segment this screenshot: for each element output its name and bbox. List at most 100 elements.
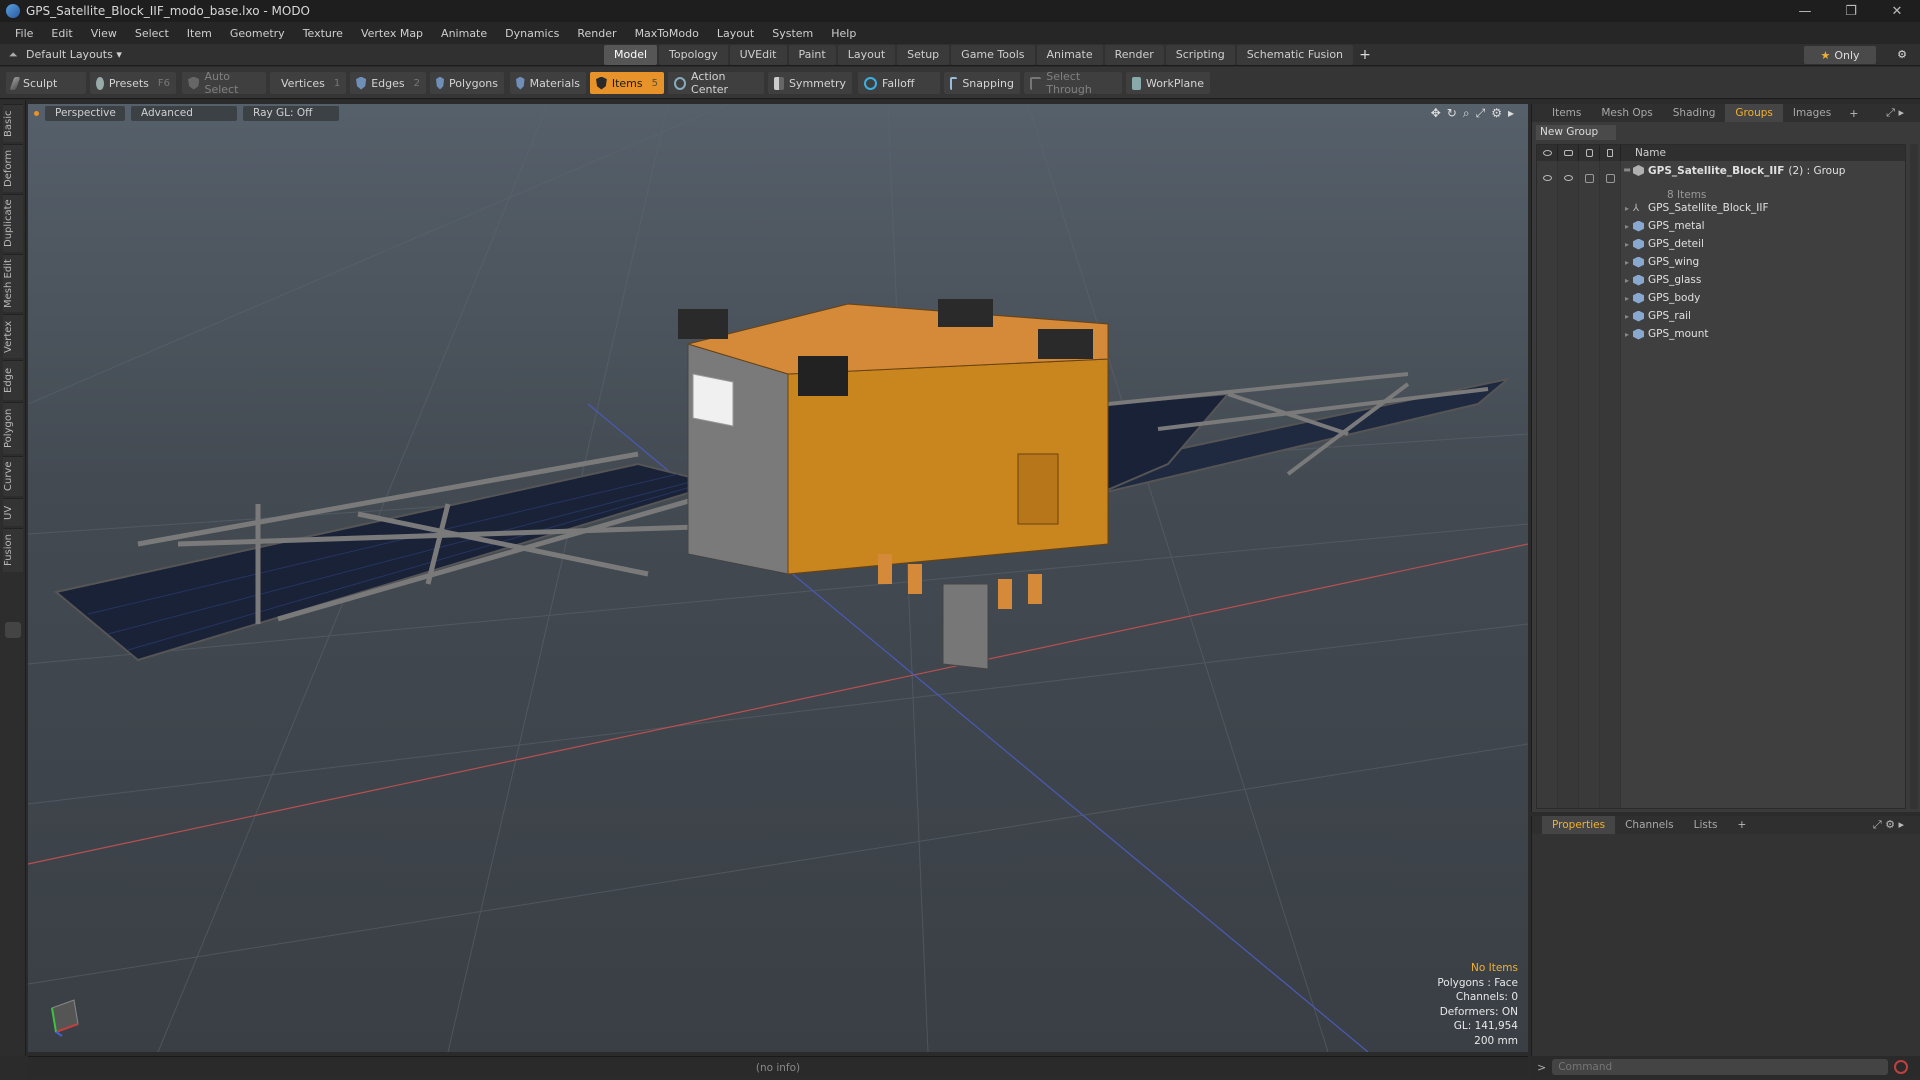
shading-dropdown[interactable]: Advanced [131,105,237,121]
expand-icon[interactable]: ▸ [1621,276,1633,285]
restore-button[interactable]: ❐ [1828,0,1874,22]
menu-file[interactable]: File [6,27,42,40]
vtab-curve[interactable]: Curve [3,456,23,496]
tab-topology[interactable]: Topology [659,45,728,65]
view-type-dropdown[interactable]: Perspective [45,105,125,121]
tab-mesh-ops[interactable]: Mesh Ops [1591,104,1662,122]
vertices-button[interactable]: Vertices 1 [270,72,346,94]
tab-properties[interactable]: Properties [1542,816,1616,834]
menu-render[interactable]: Render [568,27,625,40]
tab-setup[interactable]: Setup [897,45,950,65]
materials-button[interactable]: Materials [510,72,586,94]
tab-uvedit[interactable]: UVEdit [729,45,787,65]
items-button[interactable]: Items 5 [590,72,664,94]
group-select-checkbox[interactable] [1606,174,1615,183]
minimize-button[interactable]: — [1782,0,1828,22]
vtab-fusion[interactable]: Fusion [3,528,23,572]
render-column-header[interactable] [1558,145,1579,161]
gear-icon[interactable]: ⚙ [1892,46,1912,64]
falloff-button[interactable]: Falloff [858,72,940,94]
menu-help[interactable]: Help [822,27,865,40]
menu-geometry[interactable]: Geometry [221,27,294,40]
tab-scripting[interactable]: Scripting [1165,45,1235,65]
menu-layout[interactable]: Layout [708,27,763,40]
vtab-deform[interactable]: Deform [3,144,23,192]
vtab-uv[interactable]: UV [3,498,23,526]
add-panel-tab-icon[interactable]: + [1841,107,1866,120]
close-button[interactable]: ✕ [1874,0,1920,22]
collapse-group-icon[interactable]: ▬ [1621,165,1633,174]
tab-items[interactable]: Items [1542,104,1591,122]
viewport-settings-icon[interactable]: ⚙ [1491,106,1502,121]
list-item[interactable]: ▸ ⅄ GPS_Satellite_Block_IIF [1537,199,1905,217]
name-column-header[interactable]: Name [1621,147,1666,159]
select-column-header[interactable] [1600,145,1621,161]
list-item[interactable]: ▸ GPS_metal [1537,217,1905,235]
visibility-column-header[interactable] [1537,145,1558,161]
expand-icon[interactable]: ▸ [1621,330,1633,339]
viewport-menu-icon[interactable]: ▸ [1508,106,1514,121]
menu-texture[interactable]: Texture [294,27,352,40]
group-render-icon[interactable] [1564,175,1573,181]
vtab-basic[interactable]: Basic [3,104,23,142]
only-button[interactable]: ★ Only [1804,46,1876,64]
expand-icon[interactable]: ▸ [1621,312,1633,321]
list-item[interactable]: ▸ GPS_rail [1537,307,1905,325]
expand-icon[interactable]: ▸ [1621,258,1633,267]
tab-paint[interactable]: Paint [788,45,836,65]
properties-expand-icon[interactable]: ⤢ ⚙ ▸ [1873,818,1904,832]
tab-groups[interactable]: Groups [1725,104,1783,122]
polygons-button[interactable]: Polygons [430,72,504,94]
menu-maxtomodo[interactable]: MaxToModo [626,27,708,40]
snapping-button[interactable]: Snapping [944,72,1020,94]
tab-render[interactable]: Render [1104,45,1164,65]
tab-model[interactable]: Model [604,45,658,65]
groups-scrollbar[interactable] [1910,144,1918,809]
vtab-mesh-edit[interactable]: Mesh Edit [3,254,23,312]
raygl-toggle[interactable]: Ray GL: Off [243,105,339,121]
tab-channels[interactable]: Channels [1615,816,1684,834]
collapse-arrow-icon[interactable]: ⏶ [0,48,26,62]
auto-select-button[interactable]: Auto Select [182,70,266,96]
list-item[interactable]: ▸ GPS_mount [1537,325,1905,343]
menu-select[interactable]: Select [126,27,178,40]
symmetry-button[interactable]: Symmetry [768,72,852,94]
tab-shading[interactable]: Shading [1663,104,1726,122]
tab-game-tools[interactable]: Game Tools [951,45,1035,65]
menu-view[interactable]: View [82,27,126,40]
action-center-button[interactable]: Action Center [668,70,764,96]
select-through-button[interactable]: Select Through [1024,70,1122,96]
zoom-icon[interactable]: ⌕ [1463,106,1470,121]
group-row[interactable]: ▬ GPS_Satellite_Block_IIF (2) : Group [1537,163,1905,193]
expand-icon[interactable]: ▸ [1621,294,1633,303]
vtab-duplicate[interactable]: Duplicate [3,194,23,252]
command-input[interactable] [1552,1059,1889,1075]
group-lock-checkbox[interactable] [1585,174,1594,183]
tab-schematic-fusion[interactable]: Schematic Fusion [1236,45,1354,65]
list-item[interactable]: ▸ GPS_body [1537,289,1905,307]
list-item[interactable]: ▸ GPS_glass [1537,271,1905,289]
menu-system[interactable]: System [763,27,822,40]
fit-icon[interactable]: ⤢ [1476,106,1486,121]
list-item[interactable]: ▸ GPS_wing [1537,253,1905,271]
workplane-button[interactable]: WorkPlane [1126,72,1210,94]
lock-column-header[interactable] [1579,145,1600,161]
vtab-edge[interactable]: Edge [3,360,23,400]
presets-button[interactable]: Presets F6 [90,72,176,94]
menu-item[interactable]: Item [178,27,221,40]
expand-icon[interactable]: ▸ [1621,204,1633,213]
edges-button[interactable]: Edges 2 [350,72,426,94]
add-properties-tab-icon[interactable]: + [1727,816,1756,834]
tab-animate[interactable]: Animate [1036,45,1103,65]
panel-toggle-button[interactable] [5,622,21,638]
menu-edit[interactable]: Edit [42,27,81,40]
list-item[interactable]: ▸ GPS_deteil [1537,235,1905,253]
menu-dynamics[interactable]: Dynamics [496,27,568,40]
add-tab-icon[interactable]: + [1355,44,1375,66]
tab-layout[interactable]: Layout [837,45,896,65]
tab-images[interactable]: Images [1783,104,1841,122]
group-visibility-icon[interactable] [1543,175,1552,181]
expand-panel-icon[interactable]: ⤢ ▸ [1886,106,1904,120]
default-layouts-dropdown[interactable]: Default Layouts ▾ [26,48,156,61]
expand-icon[interactable]: ▸ [1621,240,1633,249]
